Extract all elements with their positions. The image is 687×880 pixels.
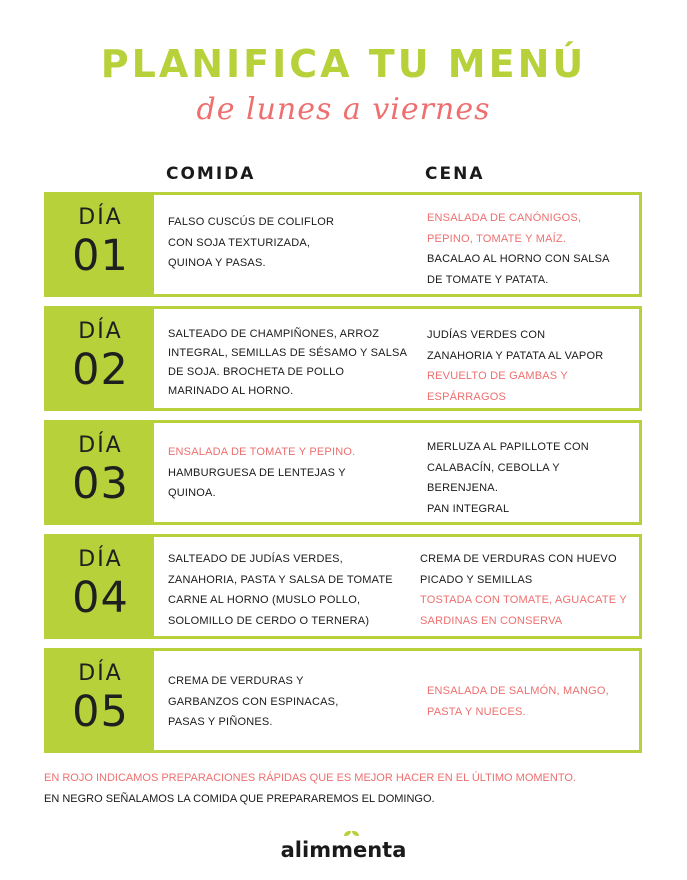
- menu-line: HAMBURGUESA DE LENTEJAS Y: [168, 466, 346, 479]
- day-label: DÍA: [78, 433, 123, 458]
- menu-line: ZANAHORIA, PASTA Y SALSA DE TOMATE: [168, 573, 393, 586]
- day-label: DÍA: [78, 661, 123, 686]
- day-card-02: DÍA 02 SALTEADO DE CHAMPIÑONES, ARROZ IN…: [44, 306, 642, 411]
- day-number: 02: [72, 345, 129, 395]
- menu-line: PASAS Y PIÑONES.: [168, 716, 273, 728]
- menu-line: GARBANZOS CON ESPINACAS,: [168, 695, 339, 708]
- day-number: 03: [72, 459, 129, 509]
- menu-line: PAN INTEGRAL: [427, 502, 510, 515]
- cena-cell: ENSALADA DE SALMÓN, MANGO, PASTA Y NUECE…: [427, 681, 609, 722]
- day-box: DÍA 03: [47, 423, 154, 522]
- menu-line: JUDÍAS VERDES CON: [427, 329, 546, 341]
- menu-line: DE TOMATE Y PATATA.: [427, 273, 549, 286]
- day-card-04: DÍA 04 SALTEADO DE JUDÍAS VERDES, ZANAHO…: [44, 534, 642, 639]
- day-label: DÍA: [78, 547, 123, 572]
- menu-line: MERLUZA AL PAPILLOTE CON: [427, 441, 589, 453]
- menu-line: ENSALADA DE SALMÓN, MANGO,: [427, 685, 609, 697]
- menu-line: MARINADO AL HORNO.: [168, 385, 294, 397]
- menu-line: TOSTADA CON TOMATE, AGUACATE Y: [420, 594, 627, 606]
- leaf-icon: [351, 831, 359, 836]
- day-box: DÍA 02: [47, 309, 154, 408]
- brand-logo: alimmenta: [0, 831, 687, 862]
- comida-cell: SALTEADO DE JUDÍAS VERDES, ZANAHORIA, PA…: [168, 549, 393, 631]
- menu-line: SOLOMILLO DE CERDO O TERNERA): [168, 614, 370, 627]
- menu-line: ENSALADA DE CANÓNIGOS,: [427, 212, 582, 224]
- menu-line: SALTEADO DE JUDÍAS VERDES,: [168, 553, 343, 565]
- menu-line: PASTA Y NUECES.: [427, 705, 526, 718]
- column-header-cena: CENA: [425, 164, 485, 184]
- menu-line: QUINOA.: [168, 487, 216, 499]
- menu-line: FALSO CUSCÚS DE COLIFLOR: [168, 216, 335, 228]
- logo-text: alimmenta: [280, 838, 407, 862]
- menu-line: CARNE AL HORNO (MUSLO POLLO,: [168, 594, 361, 606]
- cena-cell: ENSALADA DE CANÓNIGOS, PEPINO, TOMATE Y …: [427, 208, 610, 290]
- cena-cell: MERLUZA AL PAPILLOTE CON CALABACÍN, CEBO…: [427, 437, 589, 519]
- day-number: 01: [72, 231, 129, 281]
- comida-cell: SALTEADO DE CHAMPIÑONES, ARROZ INTEGRAL,…: [168, 325, 407, 401]
- menu-line: DE SOJA. BROCHETA DE POLLO: [168, 366, 345, 378]
- comida-cell: CREMA DE VERDURAS Y GARBANZOS CON ESPINA…: [168, 671, 338, 733]
- day-card-03: DÍA 03 ENSALADA DE TOMATE Y PEPINO. HAMB…: [44, 420, 642, 525]
- day-label: DÍA: [78, 205, 123, 230]
- day-box: DÍA 04: [47, 537, 154, 636]
- menu-line: CON SOJA TEXTURIZADA,: [168, 236, 311, 249]
- menu-line: CREMA DE VERDURAS Y: [168, 675, 304, 687]
- menu-line: BERENJENA.: [427, 482, 499, 494]
- menu-line: ENSALADA DE TOMATE Y PEPINO.: [168, 446, 356, 458]
- leaf-icon: [343, 831, 351, 836]
- menu-line: ESPÁRRAGOS: [427, 390, 507, 403]
- cena-cell: JUDÍAS VERDES CON ZANAHORIA Y PATATA AL …: [427, 325, 603, 407]
- footnote-red: EN ROJO INDICAMOS PREPARACIONES RÁPIDAS …: [44, 772, 576, 784]
- menu-line: PEPINO, TOMATE Y MAÍZ.: [427, 232, 567, 245]
- day-number: 05: [72, 687, 129, 737]
- day-card-05: DÍA 05 CREMA DE VERDURAS Y GARBANZOS CON…: [44, 648, 642, 753]
- comida-cell: FALSO CUSCÚS DE COLIFLOR CON SOJA TEXTUR…: [168, 212, 334, 274]
- menu-line: ZANAHORIA Y PATATA AL VAPOR: [427, 349, 604, 362]
- day-box: DÍA 01: [47, 195, 154, 294]
- day-card-01: DÍA 01 FALSO CUSCÚS DE COLIFLOR CON SOJA…: [44, 192, 642, 297]
- menu-line: INTEGRAL, SEMILLAS DE SÉSAMO Y SALSA: [168, 347, 408, 359]
- menu-line: SARDINAS EN CONSERVA: [420, 614, 563, 627]
- menu-line: CALABACÍN, CEBOLLA Y: [427, 461, 560, 474]
- day-box: DÍA 05: [47, 651, 154, 750]
- page-title: PLANIFICA TU MENÚ: [100, 42, 587, 86]
- page-subtitle: de lunes a viernes: [196, 92, 491, 127]
- cena-cell: CREMA DE VERDURAS CON HUEVO PICADO Y SEM…: [420, 549, 627, 631]
- footnote-black: EN NEGRO SEÑALAMOS LA COMIDA QUE PREPARA…: [44, 793, 435, 805]
- column-header-comida: COMIDA: [166, 164, 256, 184]
- comida-cell: ENSALADA DE TOMATE Y PEPINO. HAMBURGUESA…: [168, 442, 355, 504]
- menu-line: PICADO Y SEMILLAS: [420, 573, 533, 586]
- day-label: DÍA: [78, 319, 123, 344]
- menu-line: REVUELTO DE GAMBAS Y: [427, 370, 568, 382]
- menu-line: CREMA DE VERDURAS CON HUEVO: [420, 553, 617, 565]
- menu-line: QUINOA Y PASAS.: [168, 257, 266, 269]
- menu-line: BACALAO AL HORNO CON SALSA: [427, 253, 610, 265]
- menu-line: SALTEADO DE CHAMPIÑONES, ARROZ: [168, 328, 380, 340]
- day-number: 04: [72, 573, 129, 623]
